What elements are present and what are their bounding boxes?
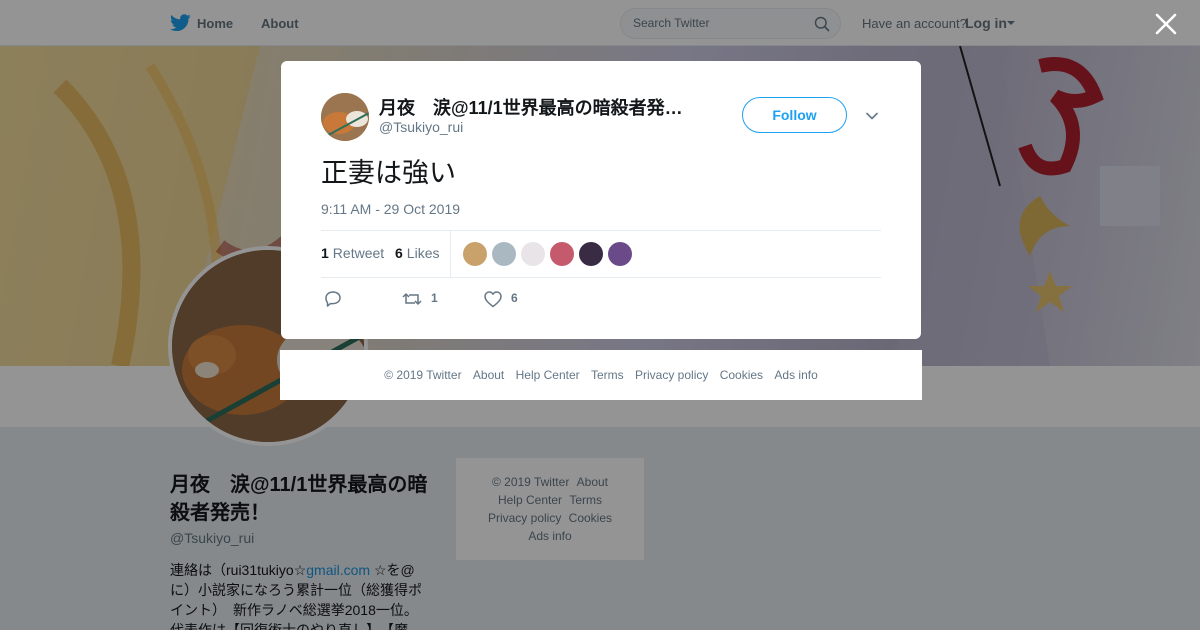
close-icon[interactable] [1154,12,1178,36]
likes-stat[interactable]: 6 Likes [395,245,439,261]
tweet-author-avatar[interactable] [321,93,369,141]
footer-about-link[interactable]: About [473,368,504,382]
heart-icon[interactable] [483,289,503,309]
reply-icon[interactable] [323,289,343,309]
footer-copyright: © 2019 Twitter [384,368,462,382]
default-avatar-icon[interactable] [492,242,516,266]
like-action-count: 6 [511,291,518,305]
liker-avatar[interactable] [608,242,632,266]
footer-ads-link[interactable]: Ads info [774,368,817,382]
tweet-modal: 月夜 涙@11/1世界最高の暗殺者発売！ @Tsukiyo_rui Follow… [281,61,921,339]
tweet-author-name[interactable]: 月夜 涙@11/1世界最高の暗殺者発売！ [379,94,699,120]
retweet-count: 1 [321,245,329,261]
retweet-action-count: 1 [431,291,438,305]
likes-count: 6 [395,245,403,261]
retweet-icon[interactable] [401,289,423,309]
tweet-timestamp[interactable]: 9:11 AM - 29 Oct 2019 [321,201,460,217]
retweet-label: Retweet [332,245,385,261]
tweet-stats: 1 Retweet 6 Likes [321,230,881,278]
modal-footer: © 2019 Twitter About Help Center Terms P… [280,350,922,400]
liker-avatar[interactable] [550,242,574,266]
fox-avatar-image [321,93,369,141]
liker-avatar[interactable] [521,242,545,266]
chevron-down-icon[interactable] [865,109,879,123]
liker-avatar[interactable] [579,242,603,266]
footer-privacy-link[interactable]: Privacy policy [635,368,708,382]
footer-cookies-link[interactable]: Cookies [720,368,763,382]
footer-help-link[interactable]: Help Center [516,368,580,382]
liker-avatar[interactable] [463,242,487,266]
likes-label: Likes [406,245,440,261]
stats-divider [450,231,451,277]
tweet-actions: 1 6 [321,287,881,311]
retweet-stat[interactable]: 1 Retweet [321,245,384,261]
footer-terms-link[interactable]: Terms [591,368,624,382]
tweet-text: 正妻は強い [321,158,456,189]
follow-button[interactable]: Follow [742,97,847,133]
tweet-author-handle[interactable]: @Tsukiyo_rui [379,119,463,135]
